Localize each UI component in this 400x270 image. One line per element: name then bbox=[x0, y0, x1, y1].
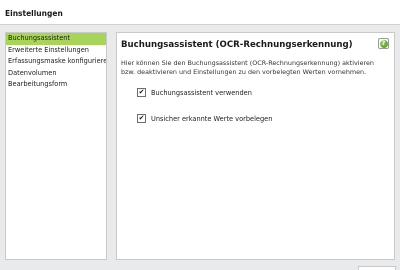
sidebar-item-buchungsassistent[interactable]: Buchungsassistent bbox=[6, 33, 106, 45]
sidebar-item-erfassungsmaske[interactable]: Erfassungsmaske konfigurieren bbox=[6, 56, 106, 68]
checkbox-label: Buchungsassistent verwenden bbox=[151, 88, 252, 97]
sidebar-item-erweiterte-einstellungen[interactable]: Erweiterte Einstellungen bbox=[6, 45, 106, 57]
window-titlebar: Einstellungen bbox=[0, 0, 400, 25]
dialog-button-edge[interactable] bbox=[358, 266, 396, 270]
checkbox-unsicher-erkannte-werte[interactable]: ✔ bbox=[137, 114, 146, 123]
sidebar-item-datenvolumen[interactable]: Datenvolumen bbox=[6, 68, 106, 80]
settings-sidebar: Buchungsassistent Erweiterte Einstellung… bbox=[5, 32, 107, 260]
checkbox-label: Unsicher erkannte Werte vorbelegen bbox=[151, 114, 273, 123]
window-title: Einstellungen bbox=[5, 9, 63, 18]
panel-description: Hier können Sie den Buchungsassistent (O… bbox=[121, 59, 374, 76]
option-row-buchungsassistent[interactable]: ✔ Buchungsassistent verwenden bbox=[137, 88, 252, 97]
settings-panel: Buchungsassistent (OCR-Rechnungserkennun… bbox=[116, 32, 395, 260]
help-icon: ? bbox=[379, 39, 388, 48]
panel-title: Buchungsassistent (OCR-Rechnungserkennun… bbox=[121, 40, 353, 50]
sidebar-item-bearbeitungsform[interactable]: Bearbeitungsform bbox=[6, 79, 106, 91]
option-row-unsicher-werte[interactable]: ✔ Unsicher erkannte Werte vorbelegen bbox=[137, 114, 272, 123]
help-button[interactable]: ? bbox=[378, 38, 389, 49]
checkbox-buchungsassistent-verwenden[interactable]: ✔ bbox=[137, 88, 146, 97]
